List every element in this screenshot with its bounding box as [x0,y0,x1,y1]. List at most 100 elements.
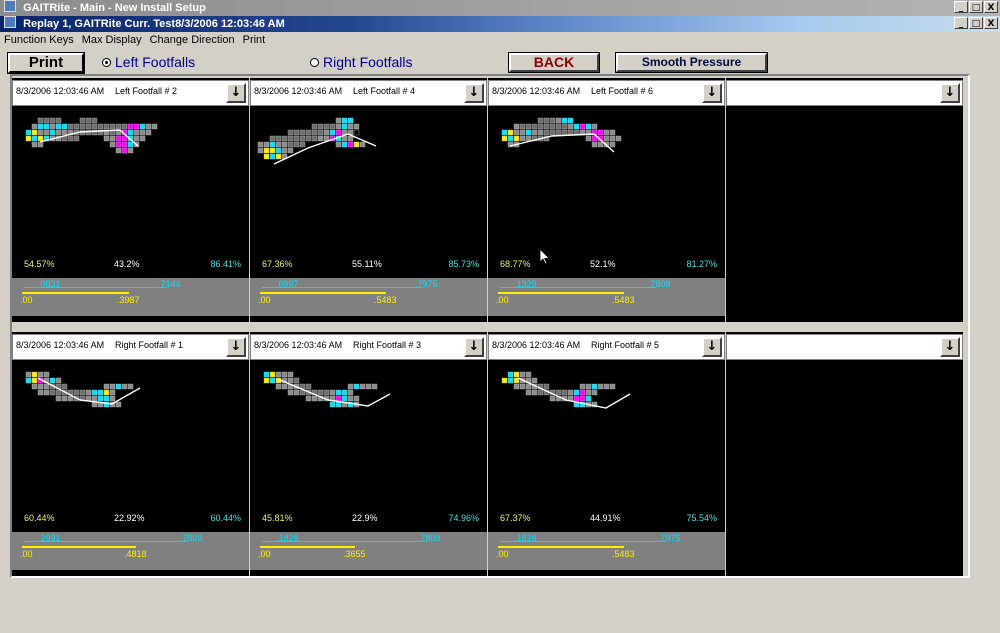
percent-middle: 43.2% [114,259,140,269]
radio-checked-icon [102,57,111,67]
dropdown-arrow-icon[interactable]: ↓ [702,337,722,357]
pressure-cell [567,129,574,136]
pressure-cell [507,377,514,384]
dropdown-arrow-icon[interactable]: ↓ [940,337,960,357]
dropdown-arrow-icon[interactable]: ↓ [226,337,246,357]
close-icon[interactable]: X [984,1,998,13]
footfall-selector[interactable]: 8/3/2006 12:03:46 AM Left Footfall # 4 ↓ [250,80,487,106]
pressure-cell [127,383,134,390]
percent-left: 60.44% [24,513,55,523]
pressure-cell [103,123,110,130]
timing-bar-strip: .2991 .7809 .00 .4818 [12,532,249,570]
pressure-cell [43,383,50,390]
pressure-cell [305,135,312,142]
pressure-cell [317,129,324,136]
minimize-icon[interactable]: _ [954,17,968,29]
footfall-timestamp: 8/3/2006 12:03:46 AM [16,340,105,350]
pressure-cell [275,371,282,378]
pressure-cell [31,377,38,384]
pressure-cell [335,123,342,130]
pressure-cell [347,395,354,402]
dropdown-arrow-icon[interactable]: ↓ [226,83,246,103]
pressure-cell [37,389,44,396]
right-footfalls-radio[interactable]: Right Footfalls [310,54,412,70]
menu-print[interactable]: Print [239,32,270,49]
pressure-cell [585,389,592,396]
pressure-cell [67,135,74,142]
pressure-cell [115,147,122,154]
pressure-cell [317,123,324,130]
footfall-selector[interactable]: ↓ [726,334,963,360]
pressure-cell [353,123,360,130]
dropdown-arrow-icon[interactable]: ↓ [702,83,722,103]
left-footfalls-radio[interactable]: Left Footfalls [102,54,195,70]
pressure-cell [311,395,318,402]
pressure-cell [43,123,50,130]
pressure-cell [109,141,116,148]
pressure-cell [275,383,282,390]
pressure-cell [513,371,520,378]
pressure-cell [49,129,56,136]
restore-icon[interactable]: □ [969,17,983,29]
pressure-cell [591,123,598,130]
pressure-cell [335,129,342,136]
percent-left: 54.57% [24,259,55,269]
pressure-cell [55,377,62,384]
pressure-cell [139,123,146,130]
cyan-end-value: .7975 [658,533,681,543]
pressure-cell [37,135,44,142]
pressure-footprint [501,371,631,409]
pressure-cell [311,123,318,130]
footfall-selector[interactable]: 8/3/2006 12:03:46 AM Right Footfall # 5 ↓ [488,334,725,360]
minimize-icon[interactable]: _ [954,1,968,13]
pressure-cell [43,117,50,124]
menu-change-direction[interactable]: Change Direction [146,32,239,49]
dropdown-arrow-icon[interactable]: ↓ [464,337,484,357]
pressure-cell [37,117,44,124]
footfall-panel: 8/3/2006 12:03:46 AM Left Footfall # 6 ↓ 68… [488,78,726,322]
pressure-cell [371,383,378,390]
pressure-cell [311,129,318,136]
pressure-cell [121,147,128,154]
dropdown-arrow-icon[interactable]: ↓ [940,83,960,103]
pressure-cell [49,123,56,130]
pressure-cell [25,129,32,136]
pressure-cell [139,129,146,136]
menu-max-display[interactable]: Max Display [78,32,146,49]
pressure-cell [359,383,366,390]
pressure-cell [91,395,98,402]
footfall-selector[interactable]: 8/3/2006 12:03:46 AM Left Footfall # 2 ↓ [12,80,249,106]
pressure-cell [585,135,592,142]
restore-icon[interactable]: □ [969,1,983,13]
pressure-cell [31,135,38,142]
print-button[interactable]: Print [7,52,85,74]
pressure-cell [567,117,574,124]
pressure-cell [37,141,44,148]
pressure-cell [549,123,556,130]
pressure-cell [85,117,92,124]
footfall-selector[interactable]: 8/3/2006 12:03:46 AM Right Footfall # 1 ↓ [12,334,249,360]
footfall-selector[interactable]: 8/3/2006 12:03:46 AM Left Footfall # 6 ↓ [488,80,725,106]
pressure-cell [519,123,526,130]
pressure-cell [507,135,514,142]
close-icon[interactable]: X [984,17,998,29]
footfall-selector[interactable]: ↓ [726,80,963,106]
yellow-timing-line [260,292,386,294]
pressure-cell [341,123,348,130]
pressure-cell [525,129,532,136]
pressure-cell [585,383,592,390]
pressure-cell [133,123,140,130]
footfall-selector[interactable]: 8/3/2006 12:03:46 AM Right Footfall # 3 ↓ [250,334,487,360]
inner-window-title: Replay 1, GAITRite Curr. Test8/3/2006 12… [23,18,285,30]
back-button[interactable]: BACK [508,52,600,73]
pressure-cell [329,123,336,130]
pressure-cell [525,383,532,390]
pressure-cell [591,383,598,390]
smooth-pressure-button[interactable]: Smooth Pressure [615,52,768,73]
menu-function-keys[interactable]: Function Keys [0,32,78,49]
dropdown-arrow-icon[interactable]: ↓ [464,83,484,103]
yellow-end-value: .5483 [374,295,397,305]
pressure-cell [507,129,514,136]
pressure-cell [543,123,550,130]
pressure-cell [365,383,372,390]
